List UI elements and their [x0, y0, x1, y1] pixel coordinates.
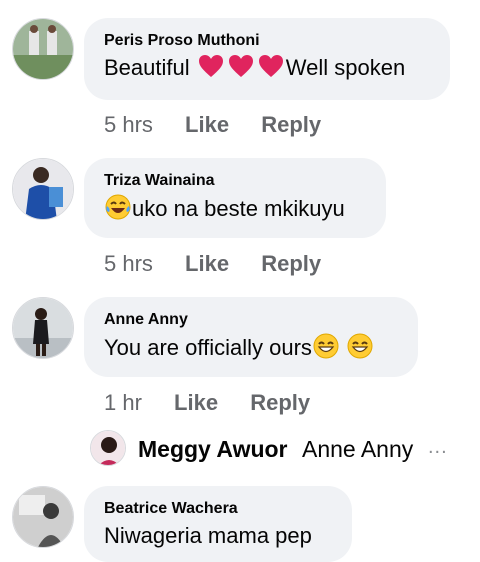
comment-bubble: Peris Proso Muthoni Beautiful Well spoke…: [84, 18, 450, 100]
comment-text: You are officially ours: [104, 333, 398, 366]
comment-text-part: Niwageria mama pep: [104, 523, 312, 548]
grinning-smiling-eyes-icon: [313, 333, 339, 366]
comment-author[interactable]: Beatrice Wachera: [104, 500, 332, 518]
comment-text: Beautiful Well spoken: [104, 54, 430, 85]
reply-more: ...: [428, 436, 448, 458]
comment-text-part: Well spoken: [285, 55, 406, 80]
comment-text: Niwageria mama pep: [104, 522, 332, 550]
like-button[interactable]: Like: [174, 390, 218, 416]
heart-icon: [228, 54, 254, 85]
avatar[interactable]: [12, 18, 74, 80]
reply-button[interactable]: Reply: [261, 251, 321, 277]
comment-text-part: Beautiful: [104, 55, 190, 80]
tears-of-joy-icon: [105, 194, 131, 227]
comment-actions: 5 hrs Like Reply: [104, 251, 321, 277]
comment-time[interactable]: 5 hrs: [104, 112, 153, 138]
avatar[interactable]: [90, 430, 126, 466]
comment-text-part: uko na beste mkikuyu: [132, 196, 345, 221]
like-button[interactable]: Like: [185, 251, 229, 277]
like-button[interactable]: Like: [185, 112, 229, 138]
comment-text: uko na beste mkikuyu: [104, 194, 366, 227]
comment-bubble: Anne Anny You are officially ours: [84, 297, 418, 377]
comment-actions: 1 hr Like Reply: [104, 390, 310, 416]
comment-author[interactable]: Triza Wainaina: [104, 172, 366, 190]
reply-author[interactable]: Meggy Awuor: [138, 436, 288, 463]
comment-bubble: Triza Wainaina uko na beste mkikuyu: [84, 158, 386, 238]
comment-time[interactable]: 1 hr: [104, 390, 142, 416]
grinning-smiling-eyes-icon: [347, 333, 373, 366]
heart-icon: [198, 54, 224, 85]
reply-button[interactable]: Reply: [250, 390, 310, 416]
heart-icon: [258, 54, 284, 85]
comment-text-part: You are officially ours: [104, 335, 312, 360]
comment-bubble: Beatrice Wachera Niwageria mama pep: [84, 486, 352, 562]
reply-preview[interactable]: Meggy Awuor Anne Anny ...: [90, 430, 470, 470]
comment-author[interactable]: Anne Anny: [104, 311, 398, 329]
comment-author[interactable]: Peris Proso Muthoni: [104, 32, 430, 50]
comment-time[interactable]: 5 hrs: [104, 251, 153, 277]
comment-actions: 5 hrs Like Reply: [104, 112, 321, 138]
avatar[interactable]: [12, 158, 74, 220]
reply-mention: Anne Anny: [302, 436, 414, 462]
avatar[interactable]: [12, 297, 74, 359]
reply-button[interactable]: Reply: [261, 112, 321, 138]
avatar[interactable]: [12, 486, 74, 548]
